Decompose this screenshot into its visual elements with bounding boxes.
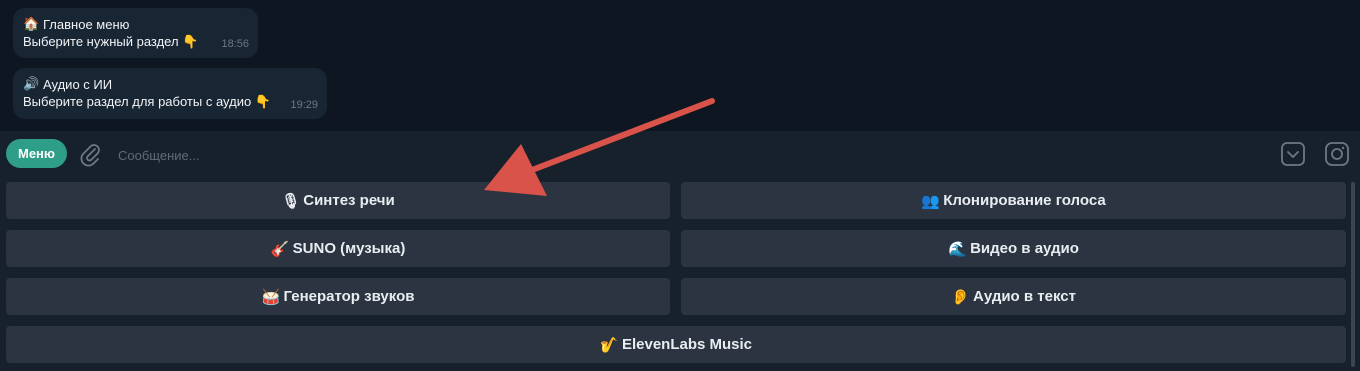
keyboard-button-label: ElevenLabs Music <box>621 336 753 353</box>
message-time: 18:56 <box>221 38 249 50</box>
paperclip-icon[interactable] <box>78 141 102 167</box>
keyboard-button-audio-to-text[interactable]: 👂 Аудио в текст <box>681 278 1346 315</box>
message-time: 19:29 <box>290 99 318 111</box>
keyboard-button-label: Клонирование голоса <box>943 192 1106 209</box>
keyboard-button-elevenlabs-music[interactable]: 🎷 ElevenLabs Music <box>6 326 1346 363</box>
keyboard-button-label: Синтез речи <box>303 192 395 209</box>
message-body-text: Выберите нужный раздел <box>23 34 179 49</box>
speaker-icon: 🔊 <box>23 77 40 92</box>
message-title: 🏠 Главное меню <box>23 16 248 33</box>
keyboard-button-suno[interactable]: 🎸 SUNO (музыка) <box>6 230 670 267</box>
reply-keyboard: 🎙 Синтез речи 👥 Клонирование голоса 🎸 SU… <box>0 178 1360 371</box>
message-input[interactable] <box>116 141 1260 169</box>
keyboard-button-speech-synthesis[interactable]: 🎙 Синтез речи <box>6 182 670 219</box>
keyboard-button-voice-cloning[interactable]: 👥 Клонирование голоса <box>681 182 1346 219</box>
pointing-down-icon: 👇 <box>254 95 271 110</box>
message-body: Выберите раздел для работы с аудио 👇 <box>23 93 317 111</box>
message-title: 🔊 Аудио с ИИ <box>23 76 317 93</box>
people-icon: 👥 <box>921 191 940 210</box>
keyboard-button-label: Аудио в текст <box>973 288 1076 305</box>
message-body-text: Выберите раздел для работы с аудио <box>23 94 252 109</box>
chat-area: 🏠 Главное меню Выберите нужный раздел 👇 … <box>0 0 1360 130</box>
wave-icon: 🌊 <box>948 239 967 258</box>
message-bubble[interactable]: 🔊 Аудио с ИИ Выберите раздел для работы … <box>13 68 327 119</box>
message-bubble[interactable]: 🏠 Главное меню Выберите нужный раздел 👇 … <box>13 8 258 58</box>
house-icon: 🏠 <box>23 17 40 32</box>
keyboard-button-video-to-audio[interactable]: 🌊 Видео в аудио <box>681 230 1346 267</box>
saxophone-icon: 🎷 <box>599 335 619 354</box>
keyboard-button-label: Видео в аудио <box>970 240 1079 257</box>
message-title-text: Главное меню <box>43 17 130 32</box>
microphone-icon: 🎙 <box>281 191 301 210</box>
keyboard-button-label: SUNO (музыка) <box>292 240 406 257</box>
keyboard-toggle-icon[interactable] <box>1280 141 1306 167</box>
message-title-text: Аудио с ИИ <box>43 77 113 92</box>
drum-icon: 🥁 <box>261 287 281 306</box>
keyboard-scrollbar[interactable] <box>1351 182 1355 367</box>
guitar-icon: 🎸 <box>270 239 290 258</box>
ear-icon: 👂 <box>951 287 970 306</box>
menu-button[interactable]: Меню <box>6 139 67 168</box>
keyboard-button-label: Генератор звуков <box>283 288 415 305</box>
message-composer: Меню <box>0 130 1360 179</box>
message-body: Выберите нужный раздел 👇 <box>23 33 248 51</box>
pointing-down-icon: 👇 <box>182 35 199 50</box>
keyboard-button-sound-generator[interactable]: 🥁 Генератор звуков <box>6 278 670 315</box>
camera-icon[interactable] <box>1324 141 1350 167</box>
